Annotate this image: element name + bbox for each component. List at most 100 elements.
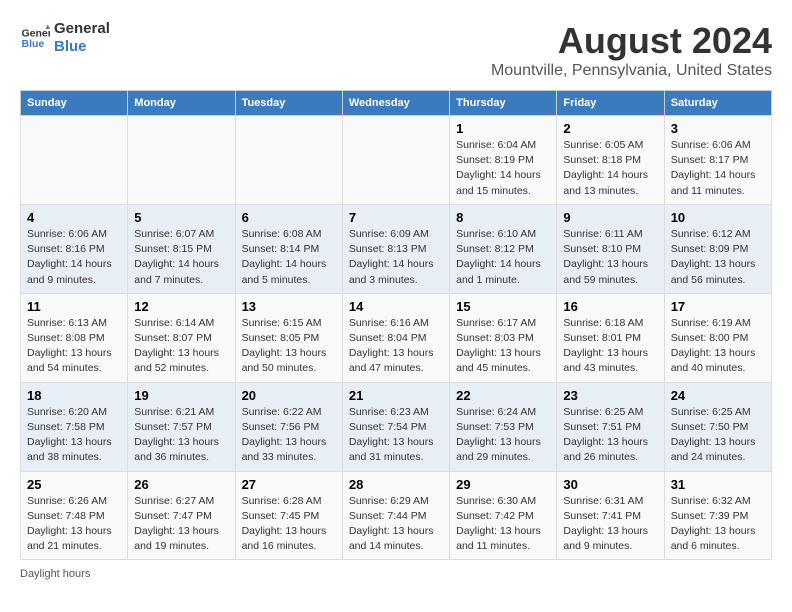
day-content: Sunrise: 6:28 AM Sunset: 7:45 PM Dayligh… <box>242 494 336 555</box>
day-number: 29 <box>456 477 550 492</box>
day-number: 31 <box>671 477 765 492</box>
day-content: Sunrise: 6:27 AM Sunset: 7:47 PM Dayligh… <box>134 494 228 555</box>
calendar-cell: 19 Sunrise: 6:21 AM Sunset: 7:57 PM Dayli… <box>128 382 235 471</box>
calendar-cell: 30Sunrise: 6:31 AM Sunset: 7:41 PM Dayli… <box>557 471 664 560</box>
day-number: 9 <box>563 210 657 225</box>
calendar-cell: 16Sunrise: 6:18 AM Sunset: 8:01 PM Dayli… <box>557 293 664 382</box>
day-content: Sunrise: 6:19 AM Sunset: 8:00 PM Dayligh… <box>671 316 765 377</box>
calendar-cell: 29Sunrise: 6:30 AM Sunset: 7:42 PM Dayli… <box>450 471 557 560</box>
calendar-day-header: Saturday <box>664 91 771 116</box>
page-subtitle: Mountville, Pennsylvania, United States <box>491 62 772 80</box>
calendar-cell: 5 Sunrise: 6:07 AM Sunset: 8:15 PM Daylig… <box>128 204 235 293</box>
calendar-cell: 7 Sunrise: 6:09 AM Sunset: 8:13 PM Daylig… <box>342 204 449 293</box>
calendar-table: SundayMondayTuesdayWednesdayThursdayFrid… <box>20 90 772 560</box>
day-content: Sunrise: 6:05 AM Sunset: 8:18 PM Dayligh… <box>563 138 657 199</box>
day-content: Sunrise: 6:31 AM Sunset: 7:41 PM Dayligh… <box>563 494 657 555</box>
logo: General Blue General Blue <box>20 20 110 56</box>
calendar-cell: 21 Sunrise: 6:23 AM Sunset: 7:54 PM Dayli… <box>342 382 449 471</box>
logo-blue: Blue <box>54 38 110 56</box>
calendar-cell <box>235 116 342 205</box>
calendar-cell: 13 Sunrise: 6:15 AM Sunset: 8:05 PM Dayli… <box>235 293 342 382</box>
calendar-cell: 25 Sunrise: 6:26 AM Sunset: 7:48 PM Dayli… <box>21 471 128 560</box>
day-number: 28 <box>349 477 443 492</box>
day-number: 10 <box>671 210 765 225</box>
day-number: 3 <box>671 121 765 136</box>
calendar-cell: 9Sunrise: 6:11 AM Sunset: 8:10 PM Daylig… <box>557 204 664 293</box>
day-content: Sunrise: 6:26 AM Sunset: 7:48 PM Dayligh… <box>27 494 121 555</box>
day-number: 13 <box>242 299 336 314</box>
calendar-cell <box>342 116 449 205</box>
calendar-cell: 15Sunrise: 6:17 AM Sunset: 8:03 PM Dayli… <box>450 293 557 382</box>
day-content: Sunrise: 6:24 AM Sunset: 7:53 PM Dayligh… <box>456 405 550 466</box>
footer-note: Daylight hours <box>20 568 772 580</box>
day-number: 21 <box>349 388 443 403</box>
day-content: Sunrise: 6:23 AM Sunset: 7:54 PM Dayligh… <box>349 405 443 466</box>
day-number: 24 <box>671 388 765 403</box>
calendar-cell: 10Sunrise: 6:12 AM Sunset: 8:09 PM Dayli… <box>664 204 771 293</box>
calendar-cell: 14Sunrise: 6:16 AM Sunset: 8:04 PM Dayli… <box>342 293 449 382</box>
calendar-week-row: 18Sunrise: 6:20 AM Sunset: 7:58 PM Dayli… <box>21 382 772 471</box>
day-number: 5 <box>134 210 228 225</box>
calendar-week-row: 4Sunrise: 6:06 AM Sunset: 8:16 PM Daylig… <box>21 204 772 293</box>
day-content: Sunrise: 6:16 AM Sunset: 8:04 PM Dayligh… <box>349 316 443 377</box>
calendar-day-header: Monday <box>128 91 235 116</box>
calendar-cell: 27 Sunrise: 6:28 AM Sunset: 7:45 PM Dayli… <box>235 471 342 560</box>
calendar-week-row: 11Sunrise: 6:13 AM Sunset: 8:08 PM Dayli… <box>21 293 772 382</box>
calendar-cell: 23Sunrise: 6:25 AM Sunset: 7:51 PM Dayli… <box>557 382 664 471</box>
day-number: 27 <box>242 477 336 492</box>
logo-icon: General Blue <box>20 23 50 53</box>
calendar-cell: 3 Sunrise: 6:06 AM Sunset: 8:17 PM Daylig… <box>664 116 771 205</box>
day-number: 12 <box>134 299 228 314</box>
day-number: 22 <box>456 388 550 403</box>
day-number: 25 <box>27 477 121 492</box>
day-number: 7 <box>349 210 443 225</box>
calendar-cell: 20Sunrise: 6:22 AM Sunset: 7:56 PM Dayli… <box>235 382 342 471</box>
calendar-cell: 11Sunrise: 6:13 AM Sunset: 8:08 PM Dayli… <box>21 293 128 382</box>
calendar-week-row: 1Sunrise: 6:04 AM Sunset: 8:19 PM Daylig… <box>21 116 772 205</box>
calendar-day-header: Sunday <box>21 91 128 116</box>
day-content: Sunrise: 6:06 AM Sunset: 8:16 PM Dayligh… <box>27 227 121 288</box>
day-number: 8 <box>456 210 550 225</box>
day-number: 17 <box>671 299 765 314</box>
calendar-cell: 8 Sunrise: 6:10 AM Sunset: 8:12 PM Daylig… <box>450 204 557 293</box>
svg-text:Blue: Blue <box>22 38 45 50</box>
day-number: 19 <box>134 388 228 403</box>
day-number: 2 <box>563 121 657 136</box>
day-number: 1 <box>456 121 550 136</box>
calendar-cell: 12 Sunrise: 6:14 AM Sunset: 8:07 PM Dayli… <box>128 293 235 382</box>
calendar-cell: 18Sunrise: 6:20 AM Sunset: 7:58 PM Dayli… <box>21 382 128 471</box>
calendar-cell: 31 Sunrise: 6:32 AM Sunset: 7:39 PM Dayli… <box>664 471 771 560</box>
title-area: August 2024 Mountville, Pennsylvania, Un… <box>491 20 772 80</box>
day-content: Sunrise: 6:25 AM Sunset: 7:50 PM Dayligh… <box>671 405 765 466</box>
calendar-cell <box>128 116 235 205</box>
day-number: 6 <box>242 210 336 225</box>
day-content: Sunrise: 6:06 AM Sunset: 8:17 PM Dayligh… <box>671 138 765 199</box>
calendar-cell: 28 Sunrise: 6:29 AM Sunset: 7:44 PM Dayli… <box>342 471 449 560</box>
calendar-cell: 26Sunrise: 6:27 AM Sunset: 7:47 PM Dayli… <box>128 471 235 560</box>
day-content: Sunrise: 6:15 AM Sunset: 8:05 PM Dayligh… <box>242 316 336 377</box>
day-content: Sunrise: 6:29 AM Sunset: 7:44 PM Dayligh… <box>349 494 443 555</box>
day-content: Sunrise: 6:14 AM Sunset: 8:07 PM Dayligh… <box>134 316 228 377</box>
day-content: Sunrise: 6:22 AM Sunset: 7:56 PM Dayligh… <box>242 405 336 466</box>
calendar-cell: 22 Sunrise: 6:24 AM Sunset: 7:53 PM Dayli… <box>450 382 557 471</box>
calendar-cell: 2 Sunrise: 6:05 AM Sunset: 8:18 PM Daylig… <box>557 116 664 205</box>
day-content: Sunrise: 6:13 AM Sunset: 8:08 PM Dayligh… <box>27 316 121 377</box>
day-number: 16 <box>563 299 657 314</box>
day-content: Sunrise: 6:09 AM Sunset: 8:13 PM Dayligh… <box>349 227 443 288</box>
calendar-cell: 6 Sunrise: 6:08 AM Sunset: 8:14 PM Daylig… <box>235 204 342 293</box>
calendar-cell <box>21 116 128 205</box>
header: General Blue General Blue August 2024 Mo… <box>20 20 772 80</box>
calendar-header-row: SundayMondayTuesdayWednesdayThursdayFrid… <box>21 91 772 116</box>
day-content: Sunrise: 6:32 AM Sunset: 7:39 PM Dayligh… <box>671 494 765 555</box>
day-content: Sunrise: 6:08 AM Sunset: 8:14 PM Dayligh… <box>242 227 336 288</box>
day-number: 23 <box>563 388 657 403</box>
calendar-cell: 24 Sunrise: 6:25 AM Sunset: 7:50 PM Dayli… <box>664 382 771 471</box>
page-title: August 2024 <box>491 20 772 62</box>
day-content: Sunrise: 6:10 AM Sunset: 8:12 PM Dayligh… <box>456 227 550 288</box>
calendar-day-header: Wednesday <box>342 91 449 116</box>
day-number: 15 <box>456 299 550 314</box>
day-content: Sunrise: 6:21 AM Sunset: 7:57 PM Dayligh… <box>134 405 228 466</box>
day-content: Sunrise: 6:07 AM Sunset: 8:15 PM Dayligh… <box>134 227 228 288</box>
calendar-cell: 4Sunrise: 6:06 AM Sunset: 8:16 PM Daylig… <box>21 204 128 293</box>
calendar-week-row: 25 Sunrise: 6:26 AM Sunset: 7:48 PM Dayli… <box>21 471 772 560</box>
